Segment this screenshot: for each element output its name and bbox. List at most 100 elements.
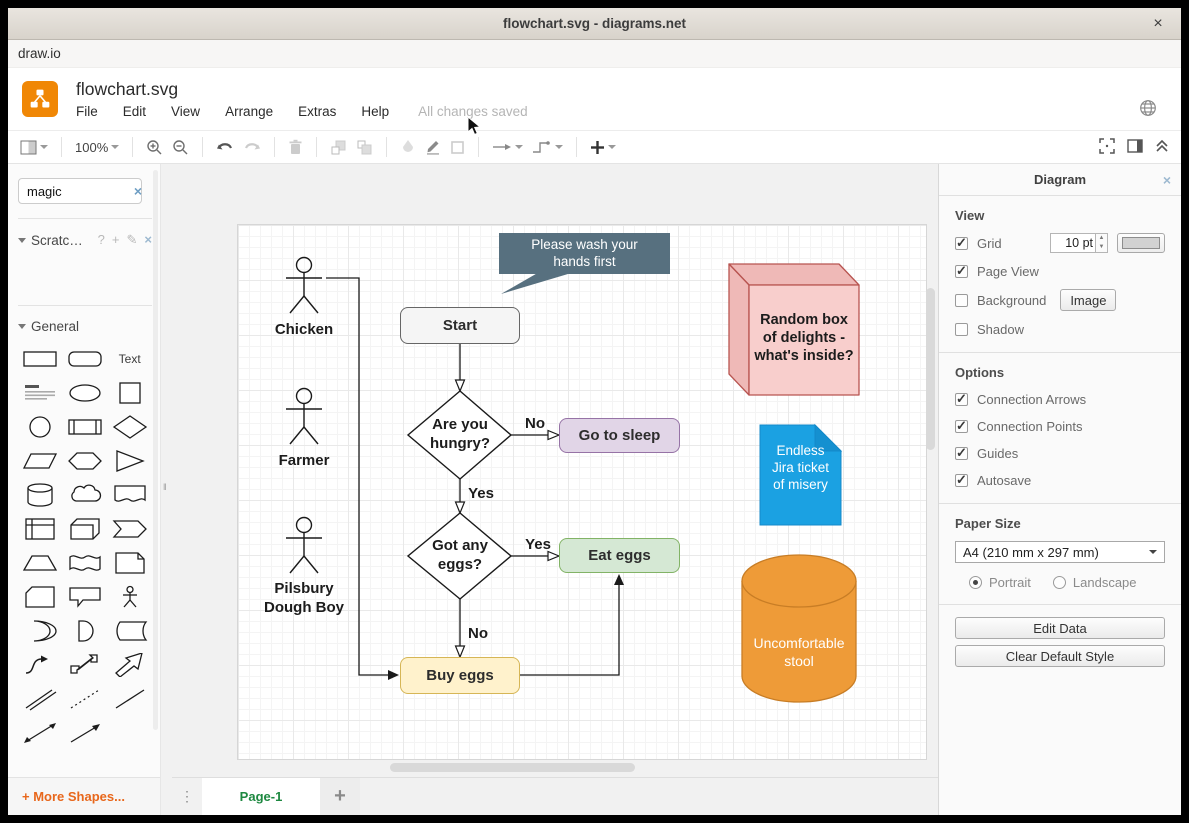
scratchpad-section-header[interactable]: Scratc… ? + ✎ ×	[18, 227, 152, 253]
fullscreen-button[interactable]	[1099, 138, 1115, 157]
shape-triangle[interactable]	[107, 449, 152, 473]
format-panel-toggle-button[interactable]	[1127, 139, 1143, 156]
stool-cylinder-label[interactable]: Uncomfortable stool	[742, 635, 856, 670]
shape-rounded-rectangle[interactable]	[63, 347, 108, 371]
shape-bidirectional-arrow[interactable]	[63, 653, 108, 677]
shape-cloud[interactable]	[63, 483, 108, 507]
edge-label-yes2[interactable]: Yes	[521, 536, 555, 555]
shape-trapezoid[interactable]	[18, 551, 63, 575]
guides-checkbox[interactable]	[955, 447, 968, 460]
shape-data-storage[interactable]	[107, 619, 152, 643]
scratchpad-edit-icon[interactable]: ✎	[127, 232, 138, 248]
shape-card[interactable]	[18, 585, 63, 609]
edge-label-yes1[interactable]: Yes	[464, 485, 498, 504]
language-globe-icon[interactable]	[1139, 99, 1157, 120]
window-close-button[interactable]: ×	[1147, 13, 1169, 35]
shape-search-input[interactable]	[18, 178, 142, 204]
shape-cylinder[interactable]	[18, 483, 63, 507]
shape-link[interactable]	[18, 687, 63, 711]
collapse-toolbar-button[interactable]	[1155, 139, 1169, 156]
shape-tape[interactable]	[63, 551, 108, 575]
fill-color-button[interactable]	[400, 139, 416, 155]
add-page-button[interactable]: +	[320, 778, 360, 815]
scratchpad-close-icon[interactable]: ×	[144, 232, 152, 248]
node-eat-eggs[interactable]: Eat eggs	[559, 538, 680, 573]
shape-curve[interactable]	[18, 653, 63, 677]
scratchpad-add-icon[interactable]: +	[112, 232, 120, 248]
more-shapes-button[interactable]: + More Shapes...	[8, 777, 160, 815]
page-view-checkbox[interactable]	[955, 265, 968, 278]
shape-process[interactable]	[63, 415, 108, 439]
connection-points-checkbox[interactable]	[955, 420, 968, 433]
speech-bubble-label[interactable]: Please wash your hands first	[499, 237, 670, 271]
background-image-button[interactable]: Image	[1060, 289, 1116, 311]
shape-and[interactable]	[63, 619, 108, 643]
menu-view[interactable]: View	[171, 104, 200, 119]
actor-farmer-label[interactable]: Farmer	[244, 452, 364, 471]
delete-button[interactable]	[288, 139, 303, 155]
shadow-button[interactable]	[450, 140, 465, 155]
pages-menu-icon[interactable]: ⋮	[172, 778, 202, 815]
shape-document[interactable]	[107, 483, 152, 507]
shape-or[interactable]	[18, 619, 63, 643]
node-go-to-sleep[interactable]: Go to sleep	[559, 418, 680, 453]
zoom-level-button[interactable]: 100%	[75, 140, 119, 155]
grid-color-button[interactable]	[1117, 233, 1165, 253]
shape-circle[interactable]	[18, 415, 63, 439]
edge-label-no2[interactable]: No	[464, 625, 492, 644]
landscape-radio[interactable]: Landscape	[1053, 575, 1137, 590]
paper-size-select[interactable]: A4 (210 mm x 297 mm)	[955, 541, 1165, 563]
random-box-label[interactable]: Random box of delights - what's inside?	[747, 311, 861, 365]
format-panel-close-icon[interactable]: ×	[1163, 172, 1171, 188]
node-start[interactable]: Start	[400, 307, 520, 344]
shape-bidirectional-connector[interactable]	[18, 721, 63, 745]
menu-extras[interactable]: Extras	[298, 104, 336, 119]
portrait-radio[interactable]: Portrait	[969, 575, 1031, 590]
scratchpad-drop-area[interactable]	[18, 253, 152, 297]
shape-directional-connector[interactable]	[63, 721, 108, 745]
shape-textbox[interactable]	[18, 381, 63, 405]
grid-size-input[interactable]: 10 pt	[1050, 233, 1096, 253]
shape-line[interactable]	[107, 687, 152, 711]
zoom-out-button[interactable]	[172, 139, 189, 156]
shape-cube[interactable]	[63, 517, 108, 541]
insert-button[interactable]	[590, 140, 616, 155]
shape-ellipse[interactable]	[63, 381, 108, 405]
to-front-button[interactable]	[330, 139, 347, 156]
undo-button[interactable]	[216, 140, 234, 155]
shape-callout[interactable]	[63, 585, 108, 609]
node-buy-eggs[interactable]: Buy eggs	[400, 657, 520, 694]
decision-eggs-label[interactable]: Got any eggs?	[410, 537, 510, 575]
menu-arrange[interactable]: Arrange	[225, 104, 273, 119]
clear-default-style-button[interactable]: Clear Default Style	[955, 645, 1165, 667]
shape-arrow[interactable]	[107, 653, 152, 677]
background-checkbox[interactable]	[955, 294, 968, 307]
page-tab-1[interactable]: Page-1	[202, 778, 320, 815]
edge-label-no1[interactable]: No	[521, 415, 549, 434]
shape-actor[interactable]	[107, 585, 152, 609]
connection-arrows-checkbox[interactable]	[955, 393, 968, 406]
window-titlebar[interactable]: flowchart.svg - diagrams.net ×	[8, 8, 1181, 40]
sidebar-resize-handle[interactable]: ‖	[160, 164, 172, 815]
scratchpad-help-icon[interactable]: ?	[98, 232, 105, 248]
redo-button[interactable]	[243, 140, 261, 155]
shape-note[interactable]	[107, 551, 152, 575]
line-color-button[interactable]	[425, 139, 441, 155]
waypoint-style-button[interactable]	[532, 140, 563, 154]
shadow-checkbox[interactable]	[955, 323, 968, 336]
autosave-checkbox[interactable]	[955, 474, 968, 487]
canvas-horizontal-scrollbar[interactable]	[390, 763, 635, 772]
menu-help[interactable]: Help	[361, 104, 389, 119]
shape-parallelogram[interactable]	[18, 449, 63, 473]
shape-hexagon[interactable]	[63, 449, 108, 473]
shape-internal-storage[interactable]	[18, 517, 63, 541]
connection-arrow-style-button[interactable]	[492, 141, 523, 153]
drawing-canvas[interactable]: Start Go to sleep Eat eggs Buy eggs Are …	[172, 164, 938, 777]
grid-size-stepper[interactable]: ▲▼	[1096, 233, 1108, 253]
jira-note-label[interactable]: Endless Jira ticket of misery	[760, 443, 841, 494]
view-panels-button[interactable]	[20, 139, 48, 156]
shape-rectangle[interactable]	[18, 347, 63, 371]
shape-square[interactable]	[107, 381, 152, 405]
grid-checkbox[interactable]	[955, 237, 968, 250]
shape-step[interactable]	[107, 517, 152, 541]
